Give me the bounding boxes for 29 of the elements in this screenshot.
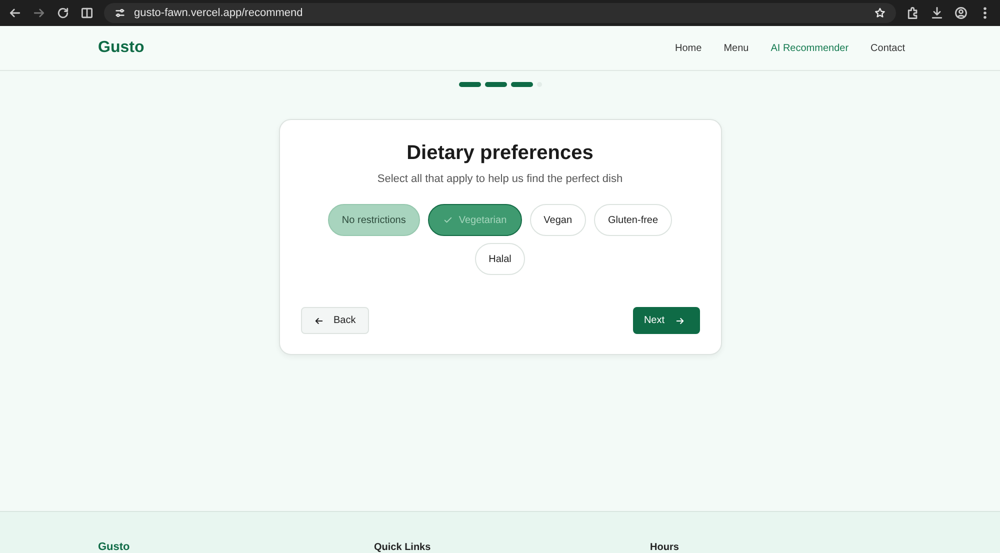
- reload-icon[interactable]: [56, 6, 70, 20]
- question-title: Dietary preferences: [406, 142, 594, 165]
- footer-heading: Hours: [650, 542, 680, 553]
- download-icon[interactable]: [930, 6, 944, 20]
- back-button[interactable]: Back: [300, 307, 369, 334]
- puzzle-icon[interactable]: [906, 6, 920, 20]
- footer-heading: Quick Links: [374, 542, 432, 553]
- arrow-right-icon[interactable]: [674, 316, 684, 326]
- option-chip[interactable]: Vegan: [530, 204, 586, 236]
- check-icon[interactable]: [442, 215, 453, 225]
- footer-logo[interactable]: Gusto: [98, 542, 374, 553]
- next-button[interactable]: Next: [632, 307, 700, 334]
- question-subtitle: Select all that apply to help us find the perfect dish: [377, 173, 623, 185]
- site-logo[interactable]: Gusto: [98, 39, 144, 57]
- site-settings-icon[interactable]: [114, 7, 126, 19]
- star-icon[interactable]: [874, 7, 886, 19]
- nav-link[interactable]: Home: [675, 42, 702, 54]
- arrow-left-icon[interactable]: [314, 316, 324, 326]
- address-bar[interactable]: gusto-fawn.vercel.app/recommend: [104, 3, 896, 23]
- option-chip[interactable]: No restrictions: [328, 204, 420, 236]
- back-icon[interactable]: [8, 6, 22, 20]
- option-chip[interactable]: Halal: [474, 243, 526, 275]
- option-chip[interactable]: Gluten-free: [594, 204, 672, 236]
- forward-icon[interactable]: [32, 6, 46, 20]
- nav-link[interactable]: AI Recommender: [770, 42, 849, 54]
- split-view-icon[interactable]: [80, 6, 94, 20]
- nav-link[interactable]: Menu: [724, 42, 749, 54]
- profile-icon[interactable]: [954, 6, 968, 20]
- nav-link[interactable]: Contact: [870, 42, 905, 54]
